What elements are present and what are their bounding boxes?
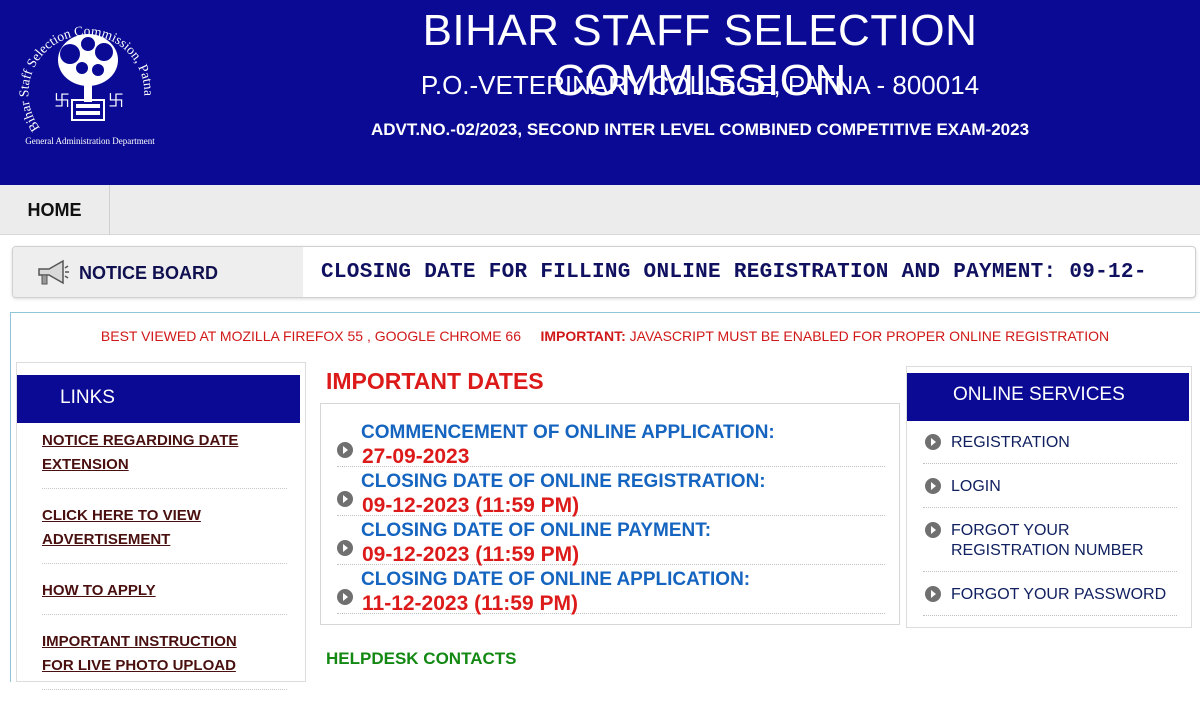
link-line: HOW TO APPLY [42,582,156,599]
online-services-title: ONLINE SERVICES [907,373,1189,421]
link-line: CLICK HERE TO VIEW [42,507,201,524]
svg-text:卐: 卐 [54,91,70,110]
link-line: FOR LIVE PHOTO UPLOAD [42,657,236,674]
site-header: Bihar Staff Selection Commission, Patna … [0,0,1200,185]
link-live-photo-instruction[interactable]: IMPORTANT INSTRUCTION FOR LIVE PHOTO UPL… [42,626,287,690]
service-label: FORGOT YOUR PASSWORD [951,586,1167,603]
arrow-bullet-icon [337,589,353,605]
service-label: LOGIN [951,478,1001,495]
browser-note-important-text: JAVASCRIPT MUST BE ENABLED FOR PROPER ON… [629,328,1110,344]
arrow-bullet-icon [925,522,941,538]
nav-home-link[interactable]: HOME [0,185,110,235]
important-dates-title: IMPORTANT DATES [326,368,544,394]
arrow-bullet-icon [925,586,941,602]
megaphone-icon [38,259,69,285]
logo-bottom-text: General Administration Department [25,136,155,146]
online-services-list: REGISTRATION LOGIN FORGOT YOUR REGISTRAT… [923,429,1177,625]
link-line: EXTENSION [42,456,129,473]
notice-board-header: NOTICE BOARD [13,247,303,297]
notice-board: NOTICE BOARD CLOSING DATE FOR FILLING ON… [12,246,1196,298]
service-registration-link[interactable]: REGISTRATION [923,429,1177,464]
date-item-closing-payment: CLOSING DATE OF ONLINE PAYMENT: 09-12-20… [337,516,885,566]
notice-marquee-text[interactable]: CLOSING DATE FOR FILLING ONLINE REGISTRA… [321,261,1191,284]
online-services-panel: ONLINE SERVICES REGISTRATION LOGIN FORGO… [906,366,1192,628]
links-list: NOTICE REGARDING DATE EXTENSION CLICK HE… [42,425,287,701]
arrow-bullet-icon [337,540,353,556]
notice-board-label: NOTICE BOARD [79,263,218,283]
link-notice-date-extension[interactable]: NOTICE REGARDING DATE EXTENSION [42,425,287,489]
browser-note: BEST VIEWED AT MOZILLA FIREFOX 55 , GOOG… [0,328,1200,344]
date-label: CLOSING DATE OF ONLINE PAYMENT: [361,520,712,541]
commission-logo: Bihar Staff Selection Commission, Patna … [16,23,156,146]
link-how-to-apply[interactable]: HOW TO APPLY [42,575,287,615]
svg-text:卐: 卐 [108,91,124,110]
advertisement-number: ADVT.NO.-02/2023, SECOND INTER LEVEL COM… [370,120,1030,139]
date-item-closing-application: CLOSING DATE OF ONLINE APPLICATION: 11-1… [337,565,885,615]
site-address: P.O.-VETERINARY COLLEGE, PATNA - 800014 [420,70,980,100]
link-line: NOTICE REGARDING DATE [42,432,239,449]
arrow-bullet-icon [337,442,353,458]
helpdesk-title: HELPDESK CONTACTS [326,649,517,668]
date-item-closing-registration: CLOSING DATE OF ONLINE REGISTRATION: 09-… [337,467,885,517]
date-label: COMMENCEMENT OF ONLINE APPLICATION: [361,422,775,443]
tree-emblem-icon: 卐 卐 [54,34,124,121]
links-panel-title: LINKS [17,375,300,423]
service-forgot-registration-number-link[interactable]: FORGOT YOUR REGISTRATION NUMBER [923,517,1177,572]
service-label: REGISTRATION [951,434,1070,451]
main-nav: HOME [0,185,1200,235]
link-view-advertisement[interactable]: CLICK HERE TO VIEW ADVERTISEMENT [42,500,287,564]
arrow-bullet-icon [337,491,353,507]
date-value: 09-12-2023 (11:59 PM) [362,494,580,517]
date-item-commencement: COMMENCEMENT OF ONLINE APPLICATION: 27-0… [337,418,885,468]
link-line: IMPORTANT INSTRUCTION [42,633,237,650]
browser-note-text: BEST VIEWED AT MOZILLA FIREFOX 55 , GOOG… [100,328,521,344]
link-line: ADVERTISEMENT [42,531,171,548]
arrow-bullet-icon [925,478,941,494]
important-dates-box: COMMENCEMENT OF ONLINE APPLICATION: 27-0… [320,403,900,625]
date-value: 11-12-2023 (11:59 PM) [362,592,578,615]
service-label: FORGOT YOUR [951,522,1070,539]
service-forgot-password-link[interactable]: FORGOT YOUR PASSWORD [923,581,1177,616]
service-label: REGISTRATION NUMBER [951,542,1144,559]
links-panel: LINKS NOTICE REGARDING DATE EXTENSION CL… [16,362,306,690]
date-label: CLOSING DATE OF ONLINE APPLICATION: [361,569,751,590]
date-label: CLOSING DATE OF ONLINE REGISTRATION: [361,471,766,492]
arrow-bullet-icon [925,434,941,450]
date-value: 27-09-2023 [362,445,470,468]
service-login-link[interactable]: LOGIN [923,473,1177,508]
date-value: 09-12-2023 (11:59 PM) [362,543,580,566]
browser-note-important-label: IMPORTANT: [540,328,626,344]
